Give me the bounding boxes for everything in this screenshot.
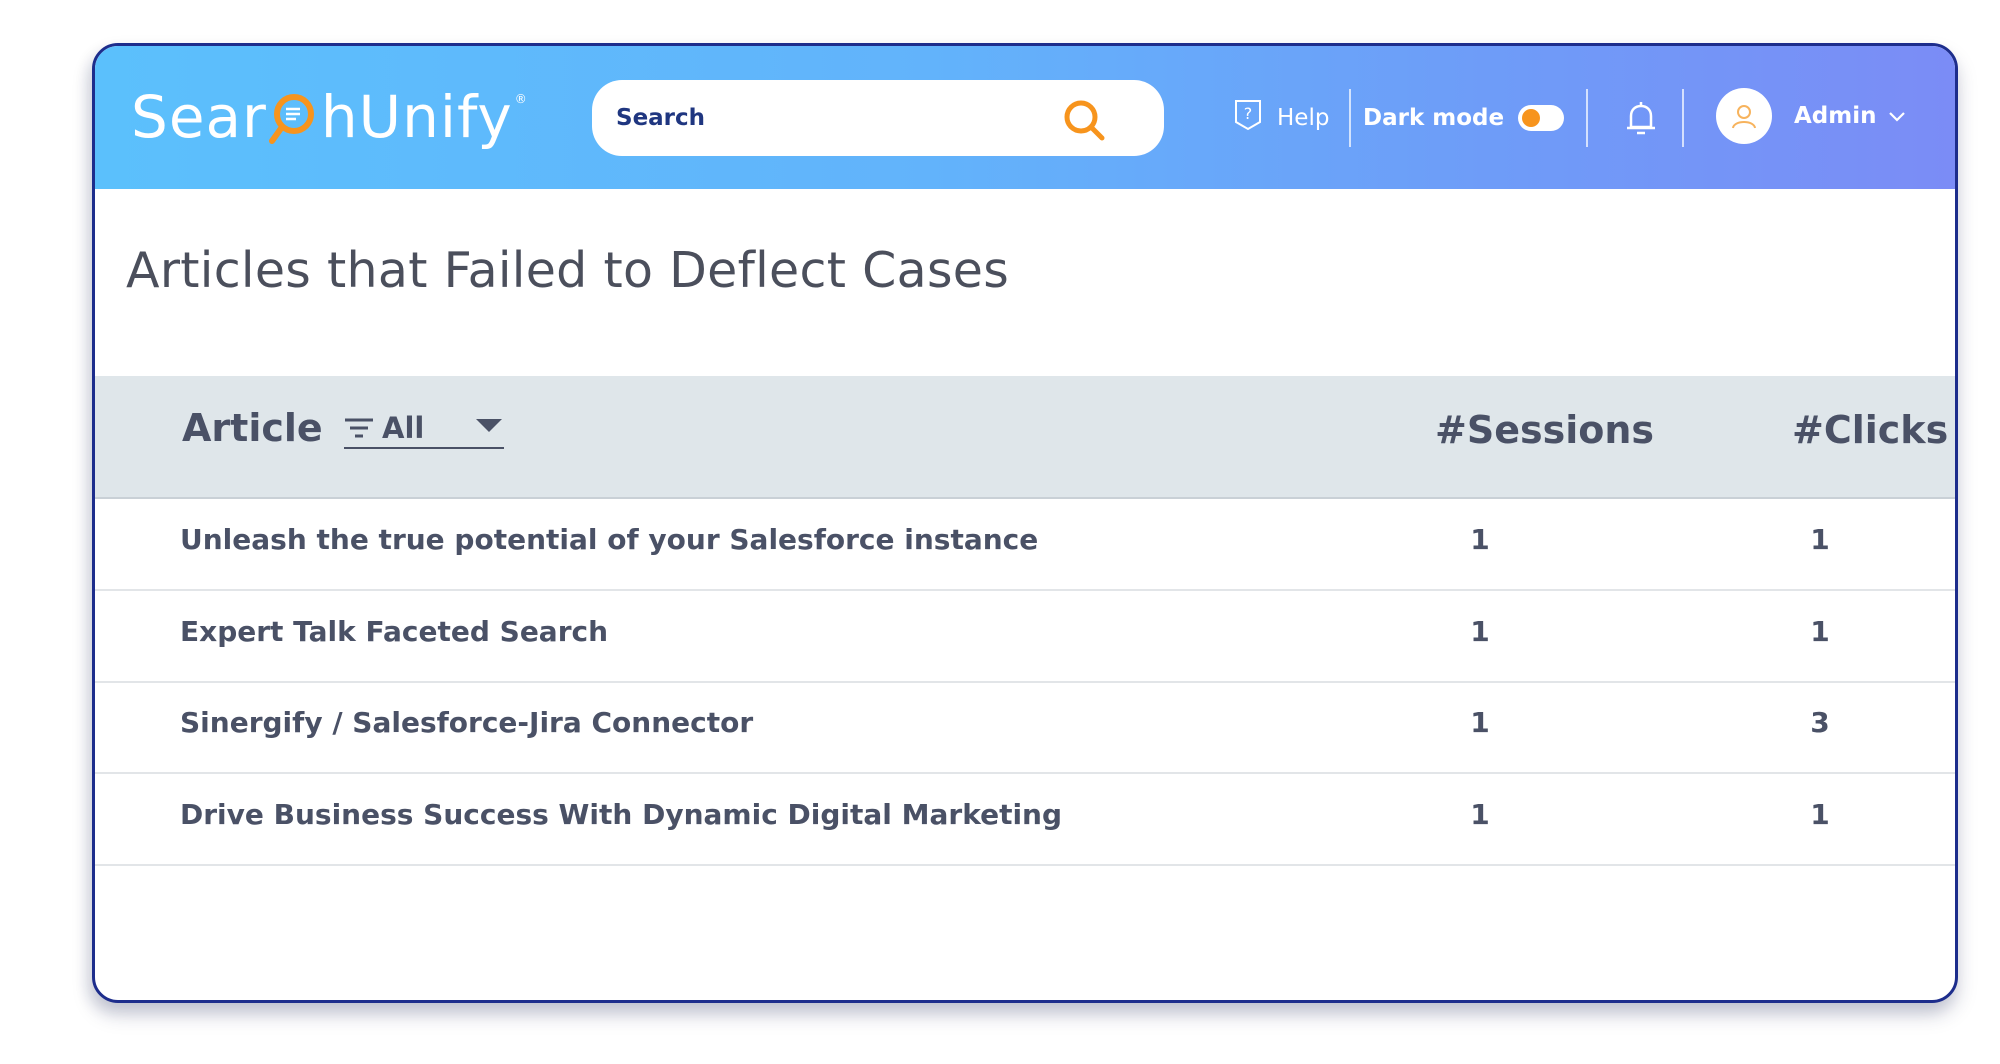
- article-filter-dropdown[interactable]: All: [344, 409, 504, 449]
- table-header: Article All #Sessions #Clicks: [95, 376, 1955, 499]
- chevron-down-icon: [1887, 103, 1907, 129]
- clicks-count: 1: [1810, 798, 1830, 831]
- filter-value: All: [382, 411, 425, 445]
- article-title[interactable]: Sinergify / Salesforce-Jira Connector: [180, 706, 753, 739]
- help-shield-icon: ?: [1233, 98, 1263, 138]
- clicks-count: 3: [1810, 706, 1830, 739]
- dark-mode-control: Dark mode: [1363, 98, 1565, 138]
- table-row[interactable]: Expert Talk Faceted Search 1 1: [95, 591, 1955, 683]
- dark-mode-toggle[interactable]: [1518, 105, 1565, 131]
- table-row[interactable]: Unleash the true potential of your Sales…: [95, 499, 1955, 591]
- table-row[interactable]: Sinergify / Salesforce-Jira Connector 1 …: [95, 682, 1955, 774]
- caret-down-icon: [476, 419, 502, 432]
- logo-registered-mark: ®: [514, 92, 528, 106]
- sessions-count: 1: [1470, 523, 1490, 556]
- global-search-box: [592, 80, 1164, 156]
- help-link[interactable]: ? Help: [1233, 98, 1329, 138]
- avatar: [1716, 88, 1772, 144]
- article-title[interactable]: Drive Business Success With Dynamic Digi…: [180, 798, 1062, 831]
- article-title[interactable]: Unleash the true potential of your Sales…: [180, 523, 1038, 556]
- sessions-count: 1: [1470, 798, 1490, 831]
- svg-text:?: ?: [1244, 104, 1253, 123]
- bell-icon[interactable]: [1624, 100, 1658, 138]
- logo-text-start: Sear: [131, 83, 267, 151]
- clicks-count: 1: [1810, 523, 1830, 556]
- user-menu[interactable]: Admin: [1716, 88, 1907, 144]
- column-header-sessions[interactable]: #Sessions: [1435, 408, 1654, 452]
- top-navigation-bar: Sear hUnify ® Search ? Help Dark mode Ad…: [95, 46, 1955, 189]
- logo-magnifier-icon: [268, 89, 320, 145]
- table-row[interactable]: Drive Business Success With Dynamic Digi…: [95, 774, 1955, 866]
- dark-mode-label: Dark mode: [1363, 105, 1505, 131]
- report-card: Sear hUnify ® Search ? Help Dark mode Ad…: [92, 43, 1958, 1003]
- divider: [1682, 89, 1684, 147]
- sessions-count: 1: [1470, 615, 1490, 648]
- column-header-article: Article: [182, 406, 323, 450]
- help-label: Help: [1277, 105, 1330, 131]
- filter-icon: [344, 417, 374, 439]
- divider: [1349, 89, 1351, 147]
- divider: [1586, 89, 1588, 147]
- column-header-clicks[interactable]: #Clicks: [1792, 408, 1948, 452]
- user-name: Admin: [1794, 103, 1877, 129]
- searchunify-logo[interactable]: Sear hUnify ®: [131, 82, 528, 152]
- search-input[interactable]: [614, 97, 1058, 139]
- logo-text-end: hUnify: [320, 83, 513, 151]
- toggle-knob: [1522, 109, 1541, 127]
- clicks-count: 1: [1810, 615, 1830, 648]
- sessions-count: 1: [1470, 706, 1490, 739]
- user-icon: [1732, 105, 1756, 129]
- page-title: Articles that Failed to Deflect Cases: [126, 242, 1010, 299]
- search-icon[interactable]: [1060, 96, 1108, 144]
- article-title[interactable]: Expert Talk Faceted Search: [180, 615, 608, 648]
